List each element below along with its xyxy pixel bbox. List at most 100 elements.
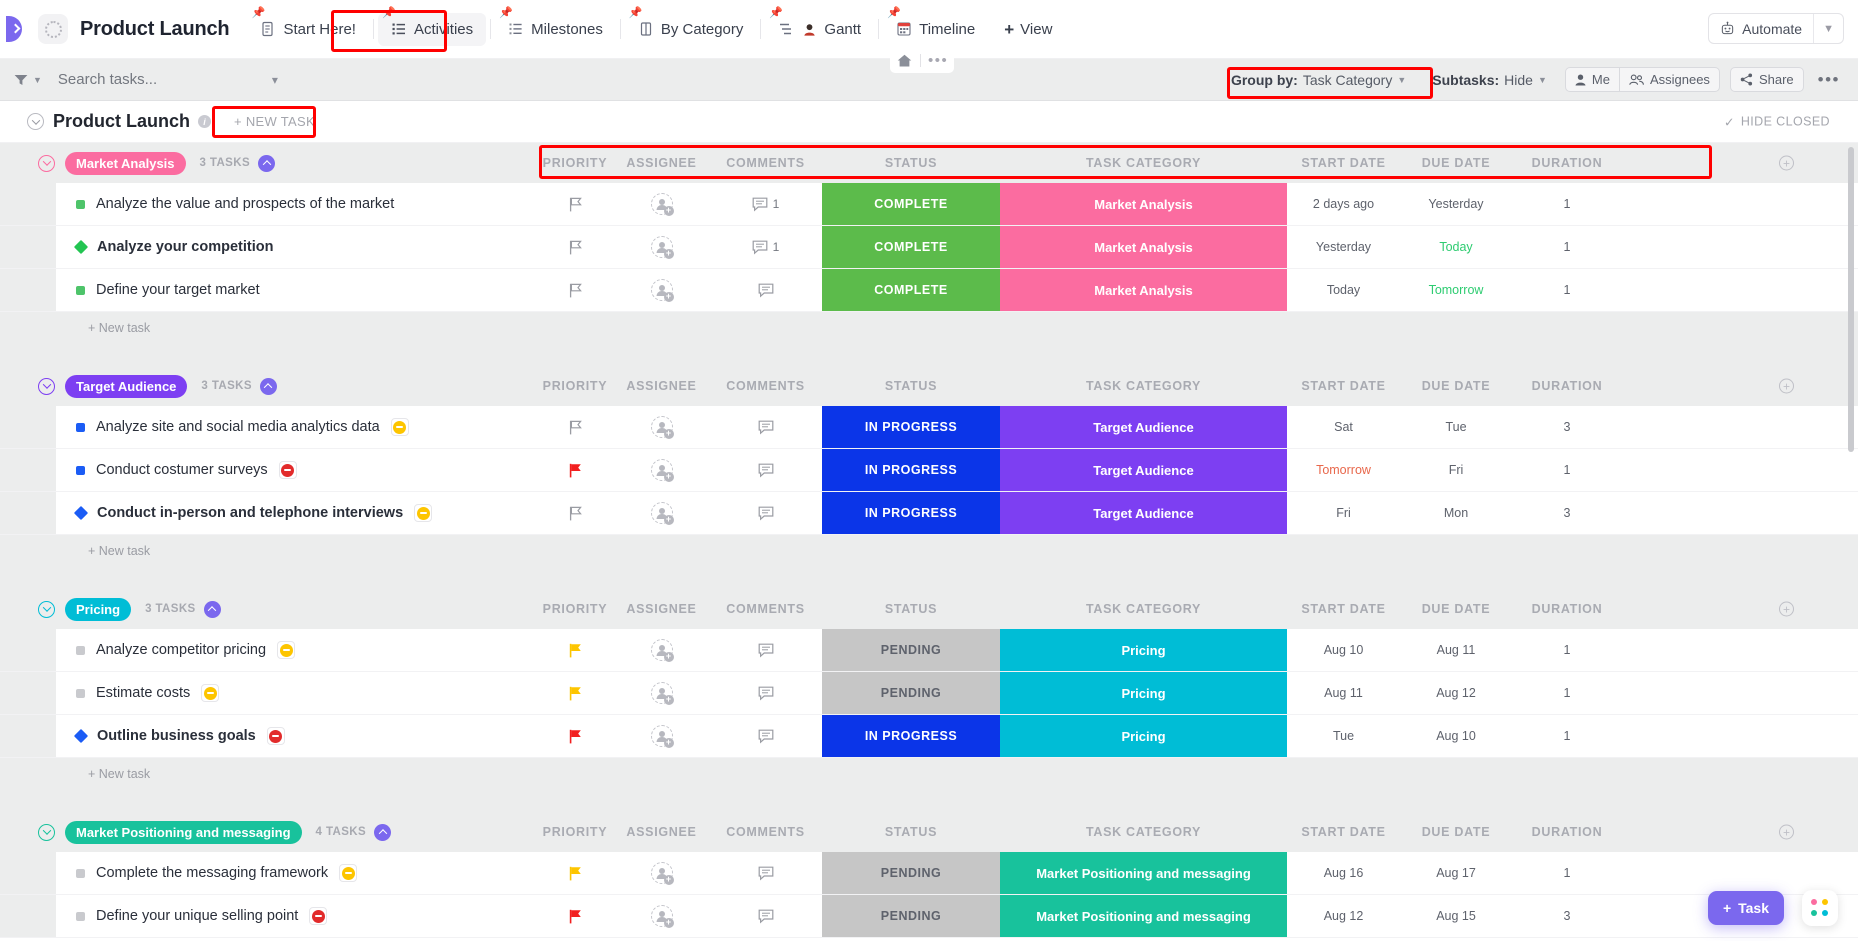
task-status-cell[interactable]: IN PROGRESS — [822, 449, 1000, 491]
task-priority-badge[interactable] — [391, 418, 409, 436]
search-expand-chevron-icon[interactable]: ▾ — [272, 73, 278, 87]
task-comments-cell[interactable] — [709, 492, 822, 534]
column-header-due[interactable]: DUE DATE — [1400, 156, 1512, 170]
task-due-date-cell[interactable]: Mon — [1400, 492, 1512, 534]
task-name-cell[interactable]: Conduct costumer surveys — [56, 449, 536, 491]
info-icon[interactable]: i — [198, 115, 211, 128]
task-comments-cell[interactable] — [709, 852, 822, 894]
task-priority-cell[interactable] — [536, 226, 614, 268]
task-assignee-cell[interactable]: + — [614, 715, 709, 757]
task-name-cell[interactable]: Define your target market — [56, 269, 536, 311]
column-header-start[interactable]: START DATE — [1287, 825, 1400, 839]
task-status-cell[interactable]: IN PROGRESS — [822, 715, 1000, 757]
priority-flag-icon[interactable] — [569, 197, 582, 212]
task-due-date-cell[interactable]: Aug 10 — [1400, 715, 1512, 757]
column-header-start[interactable]: START DATE — [1287, 602, 1400, 616]
priority-flag-icon[interactable] — [569, 240, 582, 255]
collapse-list-button[interactable] — [27, 113, 44, 130]
task-start-date-cell[interactable]: Tue — [1287, 715, 1400, 757]
table-row[interactable]: Conduct costumer surveys+IN PROGRESSTarg… — [0, 449, 1858, 492]
task-priority-cell[interactable] — [536, 852, 614, 894]
assignee-add-avatar[interactable]: + — [651, 502, 673, 524]
add-column-button[interactable]: + — [1779, 602, 1794, 617]
task-comments-cell[interactable] — [709, 449, 822, 491]
task-assignee-cell[interactable]: + — [614, 672, 709, 714]
chevron-down-icon[interactable]: ▼ — [1814, 23, 1843, 35]
task-due-date-cell[interactable]: Today — [1400, 226, 1512, 268]
task-status-cell[interactable]: PENDING — [822, 629, 1000, 671]
column-header-assignee[interactable]: ASSIGNEE — [614, 602, 709, 616]
column-header-category[interactable]: TASK CATEGORY — [1000, 602, 1287, 616]
task-duration-cell[interactable]: 3 — [1512, 406, 1622, 448]
comment-icon[interactable] — [758, 283, 774, 298]
assignee-add-avatar[interactable]: + — [651, 639, 673, 661]
task-start-date-cell[interactable]: Today — [1287, 269, 1400, 311]
priority-flag-icon[interactable] — [569, 283, 582, 298]
task-due-date-cell[interactable]: Aug 17 — [1400, 852, 1512, 894]
task-assignee-cell[interactable]: + — [614, 183, 709, 225]
home-icon[interactable] — [896, 53, 913, 68]
column-header-assignee[interactable]: ASSIGNEE — [614, 156, 709, 170]
priority-flag-icon[interactable] — [569, 463, 582, 478]
task-priority-badge[interactable] — [309, 907, 327, 925]
task-name-cell[interactable]: Analyze site and social media analytics … — [56, 406, 536, 448]
column-header-duration[interactable]: DURATION — [1512, 825, 1622, 839]
task-assignee-cell[interactable]: + — [614, 629, 709, 671]
task-category-cell[interactable]: Market Positioning and messaging — [1000, 895, 1287, 937]
task-assignee-cell[interactable]: + — [614, 226, 709, 268]
task-name-cell[interactable]: Analyze competitor pricing — [56, 629, 536, 671]
task-comments-cell[interactable] — [709, 895, 822, 937]
task-name-cell[interactable]: Analyze the value and prospects of the m… — [56, 183, 536, 225]
table-row[interactable]: Conduct in-person and telephone intervie… — [0, 492, 1858, 535]
task-status-cell[interactable]: IN PROGRESS — [822, 406, 1000, 448]
column-header-category[interactable]: TASK CATEGORY — [1000, 379, 1287, 393]
tab-milestones[interactable]: 📌 Milestones — [495, 13, 616, 46]
task-start-date-cell[interactable]: Fri — [1287, 492, 1400, 534]
assignee-add-avatar[interactable]: + — [651, 279, 673, 301]
more-options-icon[interactable]: ••• — [928, 53, 948, 68]
comment-icon[interactable] — [758, 866, 774, 881]
task-list-scroll-area[interactable]: Market Analysis3 TASKSPRIORITYASSIGNEECO… — [0, 143, 1858, 941]
table-row[interactable]: Complete the messaging framework+PENDING… — [0, 852, 1858, 895]
task-duration-cell[interactable]: 1 — [1512, 183, 1622, 225]
task-category-cell[interactable]: Target Audience — [1000, 492, 1287, 534]
group-new-task-button[interactable]: + New task — [0, 312, 1858, 344]
task-name-cell[interactable]: Complete the messaging framework — [56, 852, 536, 894]
task-name-cell[interactable]: Estimate costs — [56, 672, 536, 714]
task-priority-cell[interactable] — [536, 672, 614, 714]
add-column-button[interactable]: + — [1779, 825, 1794, 840]
column-header-status[interactable]: STATUS — [822, 156, 1000, 170]
task-priority-cell[interactable] — [536, 715, 614, 757]
assignee-add-avatar[interactable]: + — [651, 193, 673, 215]
column-header-category[interactable]: TASK CATEGORY — [1000, 825, 1287, 839]
table-row[interactable]: Analyze site and social media analytics … — [0, 406, 1858, 449]
task-status-cell[interactable]: PENDING — [822, 895, 1000, 937]
comment-icon[interactable] — [758, 420, 774, 435]
tab-gantt[interactable]: 📌 Gantt — [765, 13, 874, 46]
task-category-cell[interactable]: Pricing — [1000, 629, 1287, 671]
task-due-date-cell[interactable]: Tue — [1400, 406, 1512, 448]
task-priority-badge[interactable] — [414, 504, 432, 522]
home-breadcrumb-chip[interactable]: ••• — [890, 47, 954, 73]
tab-activities[interactable]: 📌 Activities — [378, 13, 486, 46]
table-row[interactable]: Define your target market+COMPLETEMarket… — [0, 269, 1858, 312]
task-start-date-cell[interactable]: Aug 10 — [1287, 629, 1400, 671]
assignee-add-avatar[interactable]: + — [651, 862, 673, 884]
new-task-button[interactable]: + NEW TASK — [225, 109, 324, 134]
task-duration-cell[interactable]: 3 — [1512, 492, 1622, 534]
table-row[interactable]: Estimate costs+PENDINGPricingAug 11Aug 1… — [0, 672, 1858, 715]
task-due-date-cell[interactable]: Aug 12 — [1400, 672, 1512, 714]
tab-timeline[interactable]: 📌 Timeline — [883, 13, 988, 46]
assignees-filter-button[interactable]: Assignees — [1619, 67, 1720, 92]
column-header-category[interactable]: TASK CATEGORY — [1000, 156, 1287, 170]
task-start-date-cell[interactable]: Sat — [1287, 406, 1400, 448]
task-name-cell[interactable]: Outline business goals — [56, 715, 536, 757]
task-status-cell[interactable]: COMPLETE — [822, 269, 1000, 311]
task-category-cell[interactable]: Pricing — [1000, 672, 1287, 714]
task-assignee-cell[interactable]: + — [614, 492, 709, 534]
task-category-cell[interactable]: Pricing — [1000, 715, 1287, 757]
column-header-duration[interactable]: DURATION — [1512, 379, 1622, 393]
assignee-add-avatar[interactable]: + — [651, 725, 673, 747]
comment-icon[interactable] — [752, 240, 768, 255]
assignee-add-avatar[interactable]: + — [651, 905, 673, 927]
